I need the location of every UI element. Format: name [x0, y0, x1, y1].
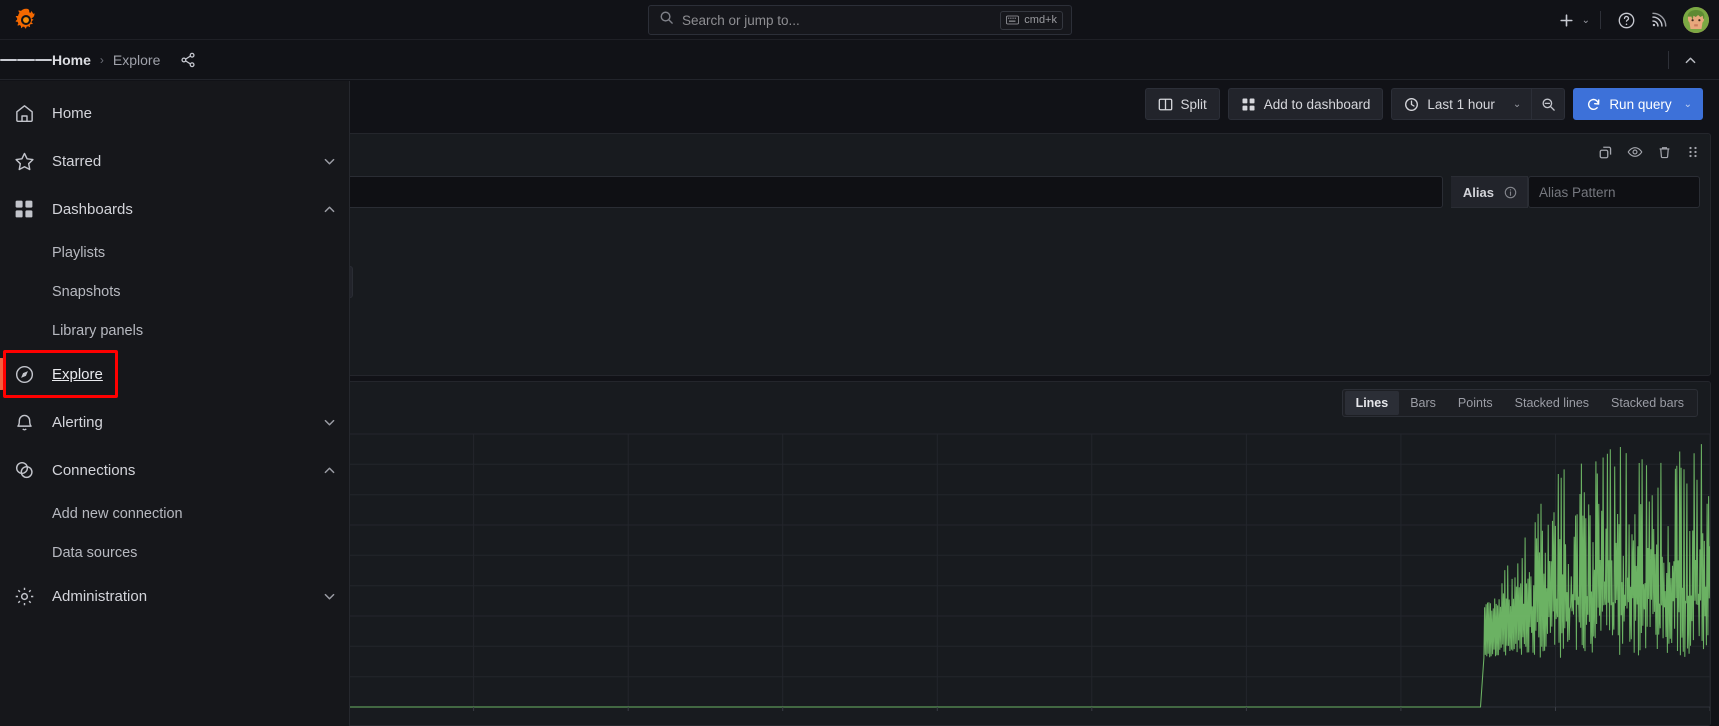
sidebar-item-label: Alerting: [52, 414, 293, 431]
breadcrumb-bar: Home › Explore: [0, 40, 1719, 80]
visualization-type-toggle: Lines Bars Points Stacked lines Stacked …: [1342, 389, 1698, 417]
split-button[interactable]: Split: [1145, 88, 1220, 120]
sidebar-subitem-data-sources[interactable]: Data sources: [0, 533, 349, 572]
sidebar-subitem-label: Playlists: [52, 245, 105, 261]
user-avatar[interactable]: [1683, 7, 1709, 33]
hamburger-menu-icon[interactable]: [0, 56, 52, 64]
viz-option-lines[interactable]: Lines: [1345, 391, 1400, 415]
active-item-indicator: [0, 358, 4, 390]
viz-option-stacked-bars[interactable]: Stacked bars: [1600, 391, 1695, 415]
sidebar-item-administration[interactable]: Administration: [0, 572, 349, 620]
info-circle-icon[interactable]: [1504, 186, 1517, 199]
split-button-label: Split: [1181, 97, 1207, 112]
sidebar-item-dashboards[interactable]: Dashboards: [0, 185, 349, 233]
search-shortcut-badge: cmd+k: [1000, 11, 1063, 30]
keyboard-icon: [1006, 15, 1019, 25]
grafana-logo-icon: [13, 7, 39, 33]
sidebar-subitem-library-panels[interactable]: Library panels: [0, 311, 349, 350]
gear-icon: [12, 586, 36, 607]
alias-label-text: Alias: [1463, 185, 1494, 200]
add-to-dashboard-button[interactable]: Add to dashboard: [1228, 88, 1384, 120]
toolbar-divider: [1600, 11, 1601, 29]
apps-grid-icon: [1241, 97, 1256, 112]
chevron-down-icon: ⌄: [1513, 99, 1521, 110]
help-circle-icon[interactable]: [1611, 5, 1641, 35]
global-search[interactable]: Search or jump to... cmd+k: [648, 5, 1072, 35]
sidebar-item-label: Home: [52, 105, 293, 122]
time-range-label: Last 1 hour: [1427, 97, 1495, 112]
breadcrumb-separator: ›: [100, 53, 104, 67]
breadcrumb-divider: [1668, 51, 1669, 69]
chevron-down-icon[interactable]: ⌄: [1582, 15, 1590, 26]
viz-option-stacked-lines[interactable]: Stacked lines: [1504, 391, 1600, 415]
breadcrumb-right-actions: [1668, 40, 1719, 80]
create-new-button[interactable]: ⌄: [1552, 5, 1590, 35]
top-navigation-bar: Search or jump to... cmd+k: [0, 0, 1719, 40]
sidebar-subitem-label: Snapshots: [52, 284, 121, 300]
grafana-app: Search or jump to... cmd+k: [0, 0, 1719, 726]
run-query-button[interactable]: Run query ⌄: [1573, 88, 1703, 120]
compass-icon: [12, 364, 36, 385]
drag-handle-icon[interactable]: [1686, 145, 1700, 159]
split-panes-icon: [1158, 97, 1173, 112]
topbar-actions: ⌄: [1552, 0, 1709, 40]
alias-pattern-input[interactable]: Alias Pattern: [1528, 176, 1700, 208]
sidebar-subitem-label: Data sources: [52, 545, 137, 561]
connections-icon: [12, 460, 36, 481]
viz-option-points[interactable]: Points: [1447, 391, 1504, 415]
chevron-up-icon[interactable]: [309, 202, 349, 217]
apps-grid-icon: [12, 199, 36, 219]
sidebar-item-label: Connections: [52, 462, 293, 479]
search-icon: [659, 10, 674, 30]
alias-label: Alias: [1451, 176, 1528, 208]
chevron-down-icon[interactable]: [309, 415, 349, 430]
clock-icon: [1404, 97, 1419, 112]
sidebar-item-alerting[interactable]: Alerting: [0, 398, 349, 446]
alias-placeholder-text: Alias Pattern: [1539, 185, 1616, 200]
news-rss-icon[interactable]: [1643, 5, 1673, 35]
chevron-down-icon[interactable]: [309, 154, 349, 169]
search-placeholder-text: Search or jump to...: [682, 13, 992, 28]
add-to-dashboard-label: Add to dashboard: [1264, 97, 1371, 112]
run-query-label: Run query: [1609, 97, 1671, 112]
chevron-up-icon[interactable]: [1675, 45, 1705, 75]
sidebar-item-label: Starred: [52, 153, 293, 170]
sidebar-subitem-playlists[interactable]: Playlists: [0, 233, 349, 272]
star-icon: [12, 151, 36, 172]
time-range-controls: Last 1 hour ⌄: [1391, 88, 1565, 120]
trash-delete-icon[interactable]: [1657, 145, 1672, 160]
shortcut-text: cmd+k: [1024, 14, 1057, 26]
sidebar-subitem-add-new-connection[interactable]: Add new connection: [0, 494, 349, 533]
sidebar-item-label: Administration: [52, 588, 293, 605]
home-icon: [12, 103, 36, 124]
viz-option-bars[interactable]: Bars: [1399, 391, 1447, 415]
sidebar-item-home[interactable]: Home: [0, 89, 349, 137]
chevron-up-icon[interactable]: [309, 463, 349, 478]
chevron-down-icon[interactable]: [309, 589, 349, 604]
time-range-picker[interactable]: Last 1 hour ⌄: [1391, 88, 1531, 120]
eye-hide-icon[interactable]: [1627, 144, 1643, 160]
sidebar-item-starred[interactable]: Starred: [0, 137, 349, 185]
chevron-down-icon[interactable]: ⌄: [1684, 99, 1692, 110]
grafana-logo-link[interactable]: [0, 7, 52, 33]
sync-refresh-icon: [1586, 97, 1601, 112]
sidebar-item-connections[interactable]: Connections: [0, 446, 349, 494]
sidebar-subitem-label: Library panels: [52, 323, 143, 339]
zoom-out-icon[interactable]: [1531, 88, 1565, 120]
bell-icon: [12, 412, 36, 433]
breadcrumb: Home › Explore: [52, 52, 196, 68]
search-input[interactable]: Search or jump to... cmd+k: [648, 5, 1072, 35]
navigation-mega-menu: Home Starred Dashboards Playlists Snapshots L…: [0, 81, 350, 726]
sidebar-item-label: Explore: [52, 366, 293, 383]
share-icon[interactable]: [180, 52, 196, 68]
sidebar-item-label: Dashboards: [52, 201, 293, 218]
plus-icon[interactable]: [1552, 5, 1582, 35]
sidebar-item-explore[interactable]: Explore: [0, 350, 349, 398]
breadcrumb-item-home[interactable]: Home: [52, 52, 91, 68]
sidebar-subitem-label: Add new connection: [52, 506, 183, 522]
copy-query-icon[interactable]: [1598, 145, 1613, 160]
sidebar-subitem-snapshots[interactable]: Snapshots: [0, 272, 349, 311]
breadcrumb-item-explore[interactable]: Explore: [113, 52, 160, 68]
